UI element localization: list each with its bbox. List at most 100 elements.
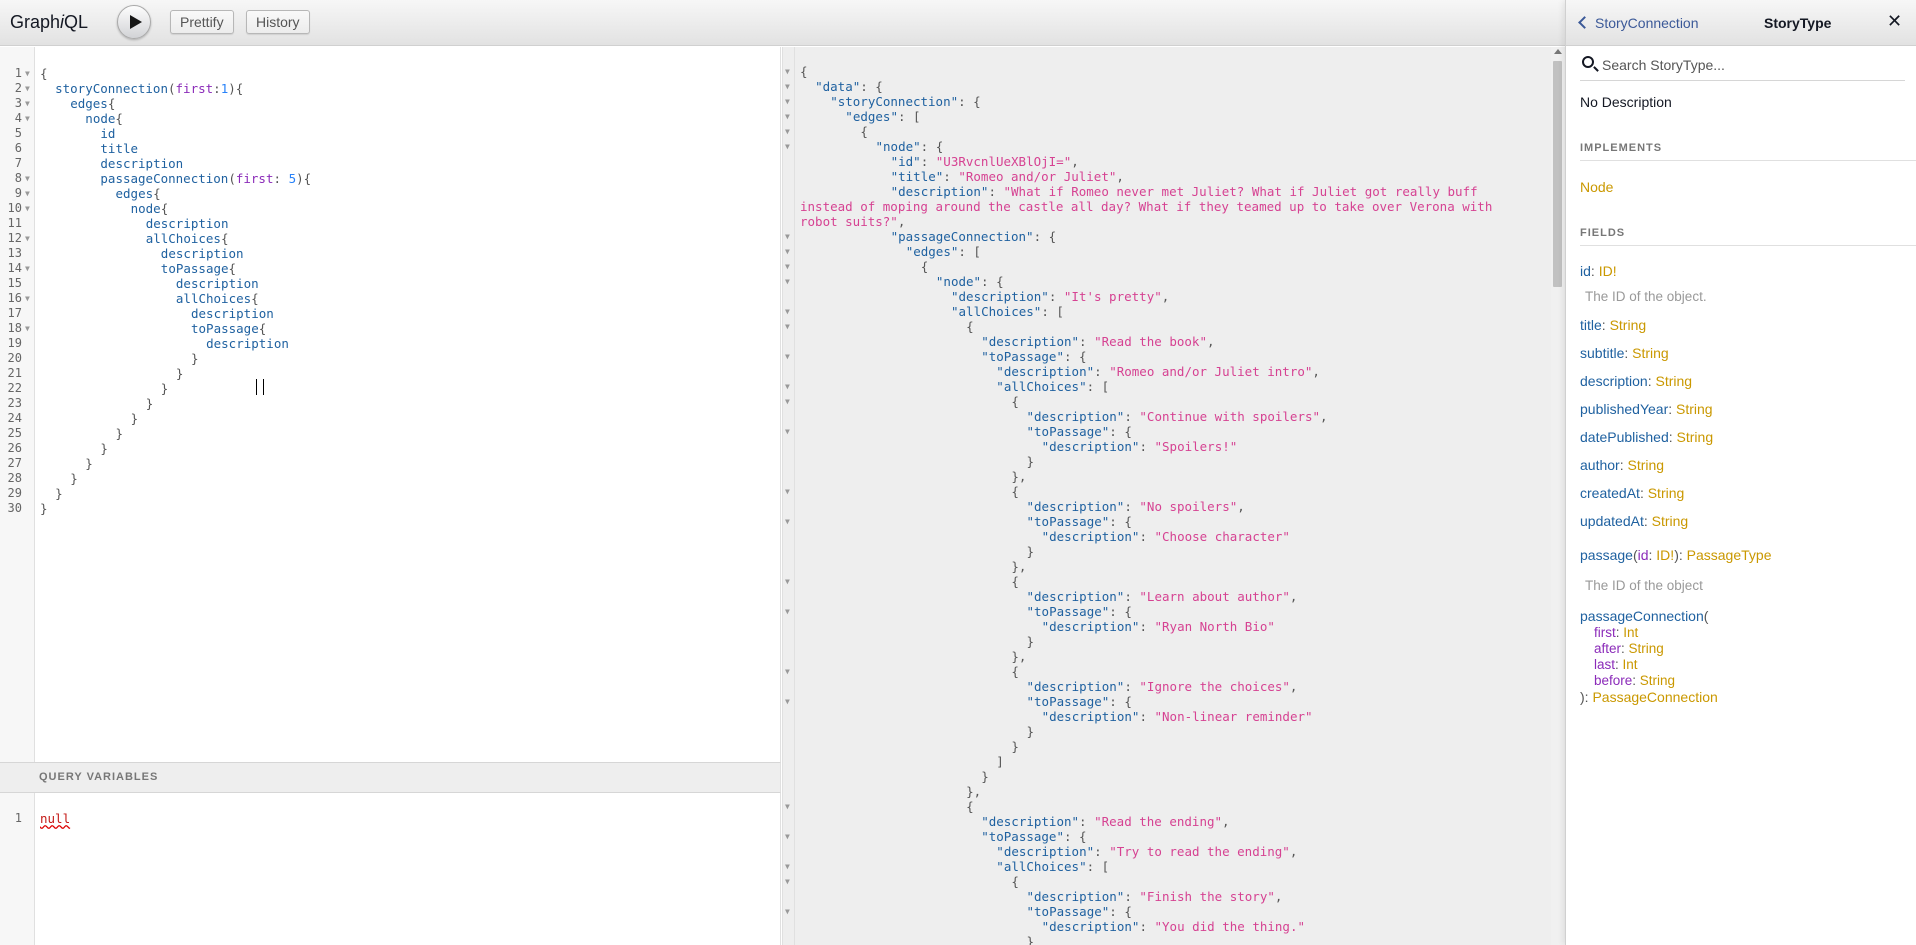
field-description[interactable]: description: String [1580,373,1692,389]
fold-arrow-icon[interactable]: ▼ [25,321,30,336]
arg-first[interactable]: first: Int [1594,625,1638,641]
scroll-up-arrow-icon[interactable] [1554,49,1562,54]
fold-arrow-icon[interactable]: ▼ [785,514,790,529]
field-passage[interactable]: passage(id: ID!): PassageType [1580,547,1771,563]
fold-arrow-icon[interactable]: ▼ [785,694,790,709]
fold-arrow-icon[interactable]: ▼ [785,79,790,94]
fold-arrow-icon[interactable]: ▼ [785,574,790,589]
query-code-line[interactable]: description [191,306,274,321]
fold-arrow-icon[interactable]: ▼ [785,379,790,394]
fold-arrow-icon[interactable]: ▼ [25,66,30,81]
fold-arrow-icon[interactable]: ▼ [785,394,790,409]
fold-arrow-icon[interactable]: ▼ [25,231,30,246]
query-code-line[interactable]: } [100,441,108,456]
query-editor[interactable]: 1 ▼{2 ▼ storyConnection(first:1){3 ▼ edges{4 ▼… [0,47,781,762]
fold-arrow-icon[interactable]: ▼ [785,664,790,679]
fold-arrow-icon[interactable]: ▼ [785,349,790,364]
query-code-line[interactable]: } [70,471,78,486]
fold-arrow-icon[interactable]: ▼ [785,229,790,244]
query-code-line[interactable]: description [176,276,259,291]
fold-arrow-icon[interactable]: ▼ [785,799,790,814]
query-code-line[interactable]: storyConnection(first:1){ [55,81,243,96]
fold-arrow-icon[interactable]: ▼ [785,274,790,289]
query-code-line[interactable]: node{ [131,201,169,216]
fold-arrow-icon[interactable]: ▼ [785,109,790,124]
fold-arrow-icon[interactable]: ▼ [25,291,30,306]
query-code-line[interactable]: description [206,336,289,351]
implements-type-link[interactable]: Node [1580,179,1613,195]
result-scrollbar[interactable] [1551,47,1565,945]
doc-back-link[interactable]: StoryConnection [1578,15,1699,31]
result-viewer[interactable]: ▼{▼ "data": {▼ "storyConnection": {▼ "edges… [782,47,1565,945]
field-author[interactable]: author: String [1580,457,1664,473]
query-code-line[interactable]: } [40,501,48,516]
query-code-line[interactable]: allChoices{ [146,231,229,246]
query-code-line[interactable]: toPassage{ [191,321,266,336]
field-createdAt[interactable]: createdAt: String [1580,485,1684,501]
fold-arrow-icon[interactable]: ▼ [785,319,790,334]
fold-arrow-icon[interactable]: ▼ [785,94,790,109]
fold-arrow-icon[interactable]: ▼ [785,859,790,874]
query-code-line[interactable]: passageConnection(first: 5){ [100,171,311,186]
fold-arrow-icon[interactable]: ▼ [785,259,790,274]
code-token: , [1116,169,1124,184]
query-code-line[interactable]: } [116,426,124,441]
fold-arrow-icon[interactable]: ▼ [785,484,790,499]
fold-arrow-icon[interactable]: ▼ [25,171,30,186]
query-code-line[interactable]: allChoices{ [176,291,259,306]
query-code-line[interactable]: description [146,216,229,231]
history-button[interactable]: History [246,10,310,34]
query-code-line[interactable]: } [85,456,93,471]
query-code-line[interactable]: node{ [85,111,123,126]
arg-after[interactable]: after: String [1594,641,1664,657]
query-code-line[interactable]: } [146,396,154,411]
field-passageConnection-return[interactable]: ): PassageConnection [1580,689,1718,705]
query-code-line[interactable]: edges{ [70,96,115,111]
prettify-button[interactable]: Prettify [170,10,234,34]
query-code-line[interactable]: toPassage{ [161,261,236,276]
fold-arrow-icon[interactable]: ▼ [785,124,790,139]
fold-arrow-icon[interactable]: ▼ [25,261,30,276]
field-publishedYear[interactable]: publishedYear: String [1580,401,1713,417]
field-datePublished[interactable]: datePublished: String [1580,429,1713,445]
query-code-line[interactable]: id [100,126,115,141]
query-code-line[interactable]: } [55,486,63,501]
fold-arrow-icon[interactable]: ▼ [25,81,30,96]
field-updatedAt[interactable]: updatedAt: String [1580,513,1688,529]
fold-arrow-icon[interactable]: ▼ [785,829,790,844]
field-id[interactable]: id: ID! [1580,263,1617,279]
fold-arrow-icon[interactable]: ▼ [25,111,30,126]
query-variables-header[interactable]: QUERY VARIABLES [0,762,781,793]
fold-arrow-icon[interactable]: ▼ [25,186,30,201]
field-passageConnection[interactable]: passageConnection( [1580,608,1708,624]
fold-arrow-icon[interactable]: ▼ [785,604,790,619]
fold-arrow-icon[interactable]: ▼ [785,904,790,919]
query-code-line[interactable]: title [100,141,138,156]
fold-arrow-icon[interactable]: ▼ [785,139,790,154]
query-code-line[interactable]: } [131,411,139,426]
doc-search-input[interactable] [1602,55,1902,75]
query-code-line[interactable]: { [40,66,48,81]
query-code-line[interactable]: } [191,351,199,366]
field-title[interactable]: title: String [1580,317,1646,333]
execute-query-button[interactable] [117,5,151,39]
result-scrollbar-thumb[interactable] [1553,61,1562,287]
query-variables-value[interactable]: null [40,811,70,826]
arg-last[interactable]: last: Int [1594,657,1638,673]
query-variables-editor[interactable]: 1 null [0,793,781,945]
fold-arrow-icon[interactable]: ▼ [785,64,790,79]
field-subtitle[interactable]: subtitle: String [1580,345,1669,361]
fold-arrow-icon[interactable]: ▼ [785,304,790,319]
query-code-line[interactable]: edges{ [116,186,161,201]
query-code-line[interactable]: description [161,246,244,261]
close-icon[interactable]: ✕ [1887,11,1902,32]
fold-arrow-icon[interactable]: ▼ [785,244,790,259]
query-code-line[interactable]: description [100,156,183,171]
fold-arrow-icon[interactable]: ▼ [25,201,30,216]
fold-arrow-icon[interactable]: ▼ [785,424,790,439]
arg-before[interactable]: before: String [1594,673,1675,689]
query-code-line[interactable]: } [176,366,184,381]
fold-arrow-icon[interactable]: ▼ [25,96,30,111]
fold-arrow-icon[interactable]: ▼ [785,874,790,889]
query-code-line[interactable]: } [161,381,169,396]
